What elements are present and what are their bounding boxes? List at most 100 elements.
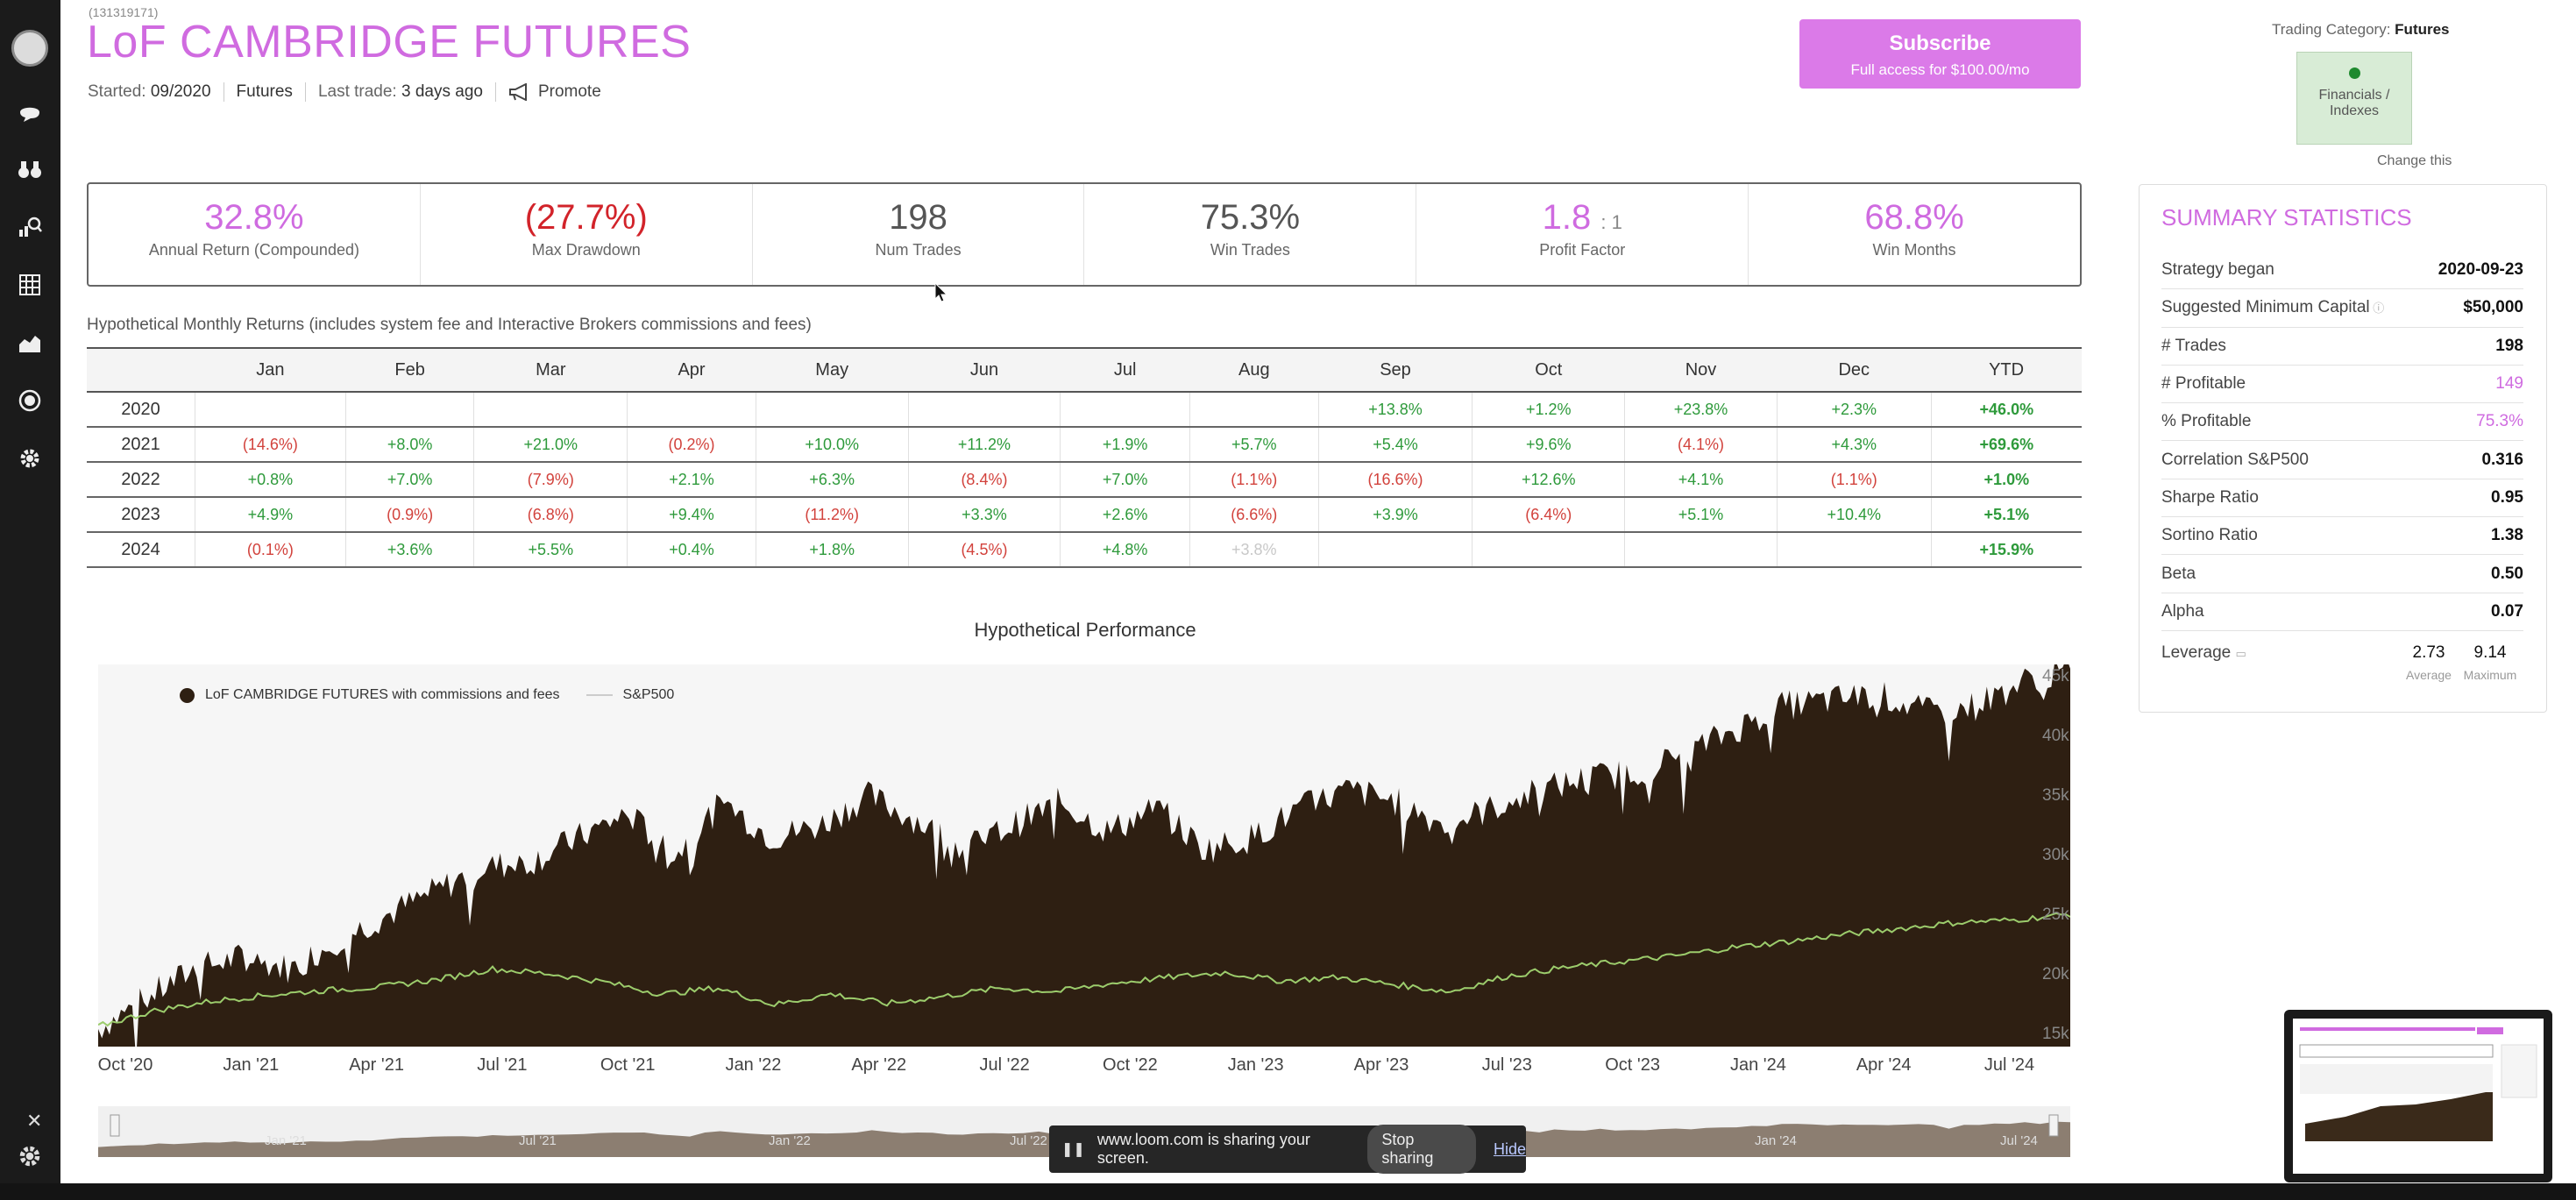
subscribe-button[interactable]: Subscribe Full access for $100.00/mo bbox=[1799, 19, 2081, 89]
legend-marker-sp500 bbox=[585, 694, 613, 696]
leverage-maximum-label: Maximum bbox=[2463, 667, 2517, 682]
chat-icon[interactable] bbox=[15, 98, 45, 128]
preview-content bbox=[2293, 1019, 2544, 1174]
stat-value: 198 bbox=[889, 198, 947, 237]
summary-row-label: Sortino Ratio bbox=[2161, 526, 2258, 545]
hide-link[interactable]: Hide bbox=[1494, 1140, 1526, 1159]
month-header: Jul bbox=[1060, 347, 1190, 393]
summary-row-label: Suggested Minimum Capital bbox=[2161, 298, 2370, 317]
month-cell: +9.4% bbox=[627, 497, 756, 533]
leverage-chart-icon[interactable]: ▭ bbox=[2236, 647, 2246, 660]
stat-win-months: 68.8% Win Months bbox=[1749, 184, 2080, 285]
legend-marker-strategy bbox=[180, 687, 195, 703]
divider bbox=[304, 82, 306, 102]
x-tick-label: Jul '22 bbox=[979, 1055, 1030, 1075]
grid-icon[interactable] bbox=[15, 270, 45, 300]
preview-image bbox=[2299, 1027, 2537, 1141]
month-cell: +8.0% bbox=[345, 427, 475, 463]
search-chart-icon[interactable] bbox=[15, 212, 45, 242]
month-cell: +4.3% bbox=[1777, 427, 1932, 463]
gear-icon[interactable] bbox=[15, 444, 45, 473]
stat-label[interactable]: Annual Return (Compounded) bbox=[89, 241, 420, 259]
stat-num-trades: 198 Num Trades bbox=[753, 184, 1085, 285]
area-chart-icon[interactable] bbox=[15, 328, 45, 358]
month-cell: (0.2%) bbox=[627, 427, 756, 463]
month-cell: +4.1% bbox=[1624, 462, 1778, 498]
summary-statistics-panel: SUMMARY STATISTICS Strategy began 2020-09… bbox=[2139, 184, 2547, 713]
summary-row: Suggested Minimum Capital ⓘ $50,000 bbox=[2161, 289, 2523, 328]
stat-label[interactable]: Max Drawdown bbox=[421, 241, 752, 259]
navigator-handle-right[interactable] bbox=[2048, 1114, 2059, 1137]
change-category-link[interactable]: Change this bbox=[2377, 153, 2452, 169]
year-cell: 2023 bbox=[87, 497, 196, 533]
month-cell: (6.4%) bbox=[1472, 497, 1626, 533]
leverage-average: 2.73 Average bbox=[2398, 643, 2459, 682]
category-card[interactable]: Financials / Indexes bbox=[2296, 52, 2412, 145]
started-value: 09/2020 bbox=[150, 82, 211, 101]
month-cell: (6.6%) bbox=[1189, 497, 1319, 533]
summary-row-value: 0.50 bbox=[2491, 564, 2523, 583]
app-root: ✕ (131319171) LoF CAMBRIDGE FUTURES Star… bbox=[0, 0, 2576, 1200]
x-tick-label: Apr '23 bbox=[1353, 1055, 1409, 1075]
x-tick-label: Jul '24 bbox=[1983, 1055, 2035, 1075]
binoculars-icon[interactable] bbox=[15, 154, 45, 184]
month-cell: +9.6% bbox=[1472, 427, 1626, 463]
y-tick-label: 40k bbox=[2042, 726, 2069, 745]
summary-row: % Profitable 75.3% bbox=[2161, 403, 2523, 442]
profit-factor-value: 1.8 bbox=[1542, 198, 1592, 237]
ytd-cell: +1.0% bbox=[1931, 462, 2082, 498]
navigator-label: Jul '24 bbox=[2000, 1133, 2038, 1148]
close-icon[interactable]: ✕ bbox=[26, 1110, 42, 1133]
target-icon[interactable] bbox=[15, 386, 45, 415]
month-header: YTD bbox=[1931, 347, 2082, 393]
dock bbox=[0, 1183, 2576, 1200]
year-header bbox=[87, 347, 195, 393]
chart-title: Hypothetical Performance bbox=[974, 619, 1196, 641]
legend-item-strategy[interactable]: LoF CAMBRIDGE FUTURES with commissions a… bbox=[205, 687, 560, 703]
month-header: Oct bbox=[1472, 347, 1625, 393]
navigator-handle-left[interactable] bbox=[110, 1114, 120, 1137]
performance-chart[interactable] bbox=[97, 657, 2071, 1061]
promote-link[interactable]: Promote bbox=[508, 82, 601, 102]
summary-row: Sharpe Ratio 0.95 bbox=[2161, 479, 2523, 518]
pause-icon[interactable]: ❚❚ bbox=[1061, 1140, 1085, 1158]
leverage-label-text: Leverage bbox=[2161, 643, 2232, 662]
month-cell bbox=[756, 392, 909, 428]
screen-share-bar: ❚❚ www.loom.com is sharing your screen. … bbox=[1049, 1125, 1526, 1174]
month-cell: +1.2% bbox=[1472, 392, 1626, 428]
y-tick-label: 25k bbox=[2042, 905, 2069, 925]
stop-sharing-button[interactable]: Stop sharing bbox=[1367, 1125, 1476, 1174]
ytd-cell: +46.0% bbox=[1931, 392, 2082, 428]
legend-item-sp500[interactable]: S&P500 bbox=[623, 687, 675, 703]
month-cell bbox=[1777, 532, 1932, 568]
profit-factor-suffix: : 1 bbox=[1600, 211, 1622, 233]
settings-gear-icon[interactable] bbox=[15, 1141, 45, 1171]
month-cell: (1.1%) bbox=[1189, 462, 1319, 498]
stat-label: Num Trades bbox=[875, 241, 962, 259]
screen-preview-thumbnail[interactable] bbox=[2284, 1010, 2552, 1182]
month-cell: (1.1%) bbox=[1777, 462, 1932, 498]
year-cell: 2024 bbox=[87, 532, 196, 568]
strategy-equity-area[interactable] bbox=[98, 657, 2070, 1061]
x-tick-label: Oct '22 bbox=[1103, 1055, 1158, 1075]
navigator-label: Jul '21 bbox=[519, 1133, 557, 1148]
month-header: Feb bbox=[345, 347, 474, 393]
stat-label[interactable]: Profit Factor bbox=[1416, 241, 1748, 259]
navigator-label: Jan '21 bbox=[265, 1133, 307, 1148]
month-header: Apr bbox=[627, 347, 756, 393]
navigator-label: Jan '22 bbox=[769, 1133, 811, 1148]
summary-row-label: Beta bbox=[2161, 564, 2196, 583]
summary-rows: Strategy began 2020-09-23 Suggested Minimu… bbox=[2161, 252, 2523, 684]
trading-category-label: Trading Category: bbox=[2272, 21, 2391, 38]
leverage-average-value: 2.73 bbox=[2412, 643, 2445, 662]
stat-value: (27.7%) bbox=[524, 198, 648, 237]
performance-chart-svg bbox=[97, 657, 2071, 1061]
month-cell: (4.5%) bbox=[908, 532, 1061, 568]
started-label: Started: bbox=[88, 82, 146, 101]
table-row: 2021 (14.6%) +8.0% +21.0% (0.2%) +10.0% +11.2%… bbox=[87, 427, 2082, 463]
avatar[interactable] bbox=[11, 30, 48, 67]
summary-label-wrap: Suggested Minimum Capital ⓘ bbox=[2161, 298, 2384, 317]
trading-category-value: Futures bbox=[2395, 21, 2450, 38]
table-row: 2023 +4.9% (0.9%) (6.8%) +9.4% (11.2%) +3.3% +2… bbox=[87, 497, 2082, 533]
info-icon[interactable]: ⓘ bbox=[2370, 302, 2384, 315]
